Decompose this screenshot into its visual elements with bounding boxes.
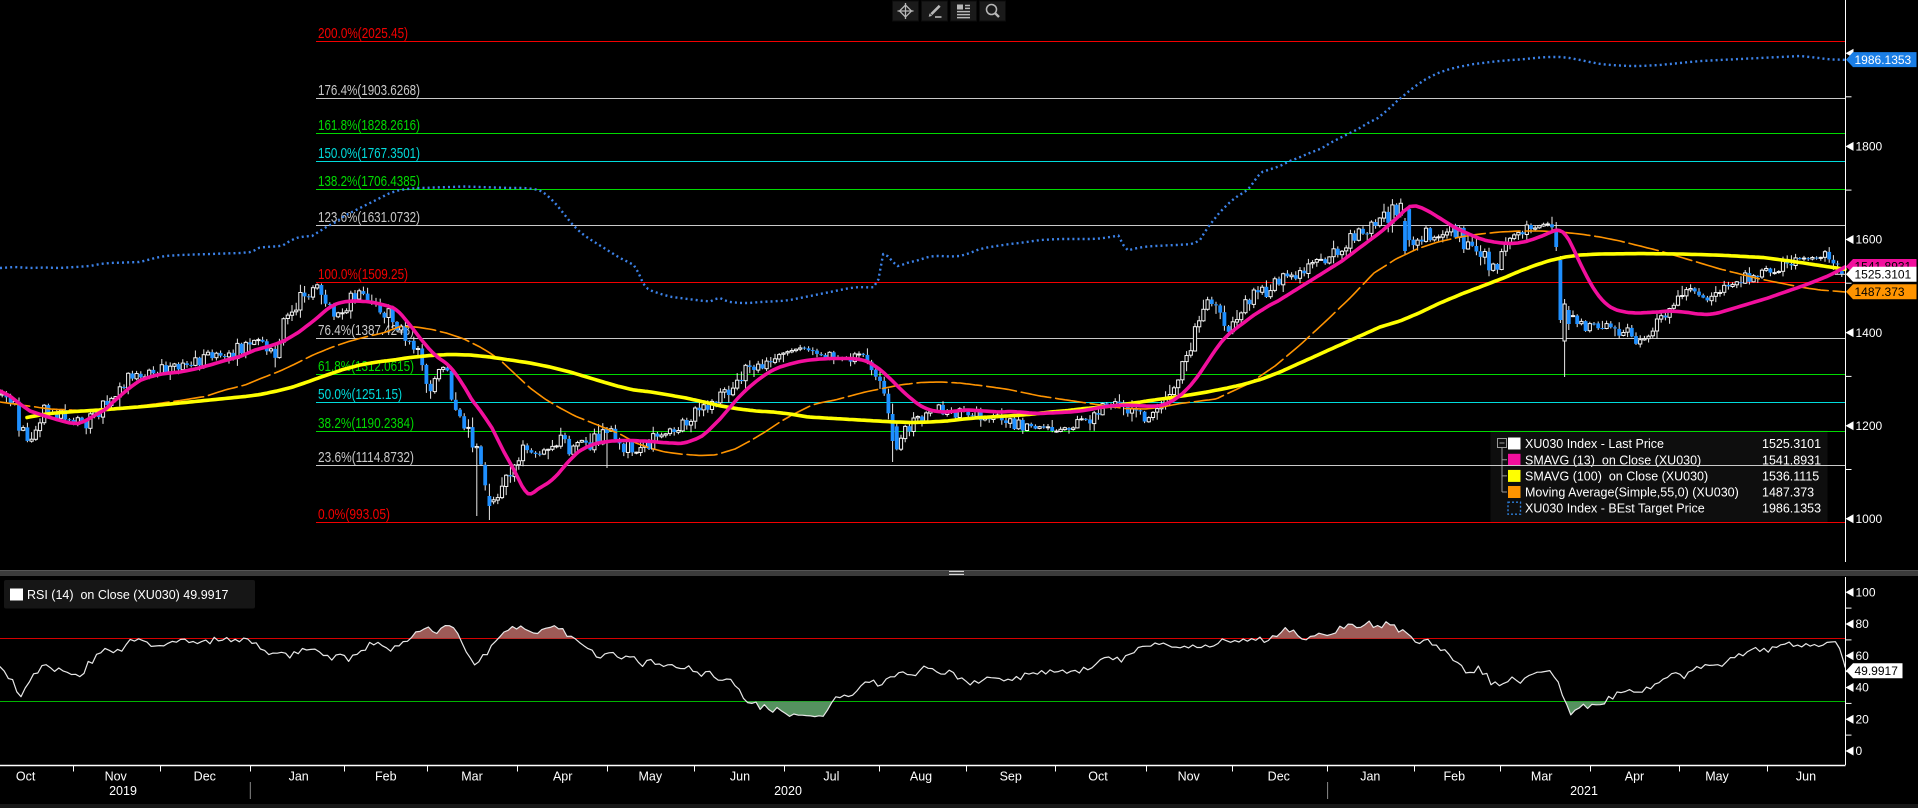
svg-text:Jul: Jul xyxy=(823,770,839,784)
svg-text:38.2%(1190.2384): 38.2%(1190.2384) xyxy=(318,415,414,432)
svg-text:Jun: Jun xyxy=(1796,770,1816,784)
svg-text:May: May xyxy=(638,770,662,784)
svg-text:Feb: Feb xyxy=(375,770,397,784)
svg-text:80: 80 xyxy=(1856,617,1870,631)
svg-text:0: 0 xyxy=(1856,744,1863,758)
svg-text:Aug: Aug xyxy=(910,770,932,784)
svg-text:1487.373: 1487.373 xyxy=(1855,285,1905,299)
svg-text:138.2%(1706.4385): 138.2%(1706.4385) xyxy=(318,173,420,190)
svg-text:RSI (14) on Close (XU030) 49.: RSI (14) on Close (XU030) 49.9917 xyxy=(27,588,229,602)
svg-text:161.8%(1828.2616): 161.8%(1828.2616) xyxy=(318,117,420,134)
svg-text:1536.1115: 1536.1115 xyxy=(1762,469,1819,483)
svg-text:1400: 1400 xyxy=(1856,326,1883,340)
svg-text:23.6%(1114.8732): 23.6%(1114.8732) xyxy=(318,449,414,466)
svg-text:1986.1353: 1986.1353 xyxy=(1855,53,1912,67)
svg-text:Nov: Nov xyxy=(105,770,128,784)
svg-text:2021: 2021 xyxy=(1570,784,1598,798)
svg-text:200.0%(2025.45): 200.0%(2025.45) xyxy=(318,25,408,42)
svg-text:150.0%(1767.3501): 150.0%(1767.3501) xyxy=(318,145,420,162)
svg-text:Dec: Dec xyxy=(194,770,216,784)
svg-text:SMAVG (100) on Close (XU030): SMAVG (100) on Close (XU030) xyxy=(1525,469,1708,483)
svg-text:Oct: Oct xyxy=(16,770,36,784)
svg-text:49.9917: 49.9917 xyxy=(1855,664,1899,678)
svg-text:2020: 2020 xyxy=(774,784,802,798)
svg-text:Sep: Sep xyxy=(1000,770,1022,784)
svg-text:60: 60 xyxy=(1856,649,1870,663)
svg-text:1800: 1800 xyxy=(1856,140,1883,154)
svg-text:Mar: Mar xyxy=(461,770,483,784)
svg-text:Jun: Jun xyxy=(730,770,750,784)
svg-text:Apr: Apr xyxy=(1625,770,1644,784)
svg-text:1986.1353: 1986.1353 xyxy=(1762,502,1821,516)
svg-text:0.0%(993.05): 0.0%(993.05) xyxy=(318,506,390,523)
svg-text:176.4%(1903.6268): 176.4%(1903.6268) xyxy=(318,82,420,99)
svg-text:Dec: Dec xyxy=(1268,770,1290,784)
svg-text:Apr: Apr xyxy=(553,770,572,784)
svg-text:Jan: Jan xyxy=(289,770,309,784)
svg-text:1200: 1200 xyxy=(1856,419,1883,433)
svg-text:1600: 1600 xyxy=(1856,233,1883,247)
svg-text:Feb: Feb xyxy=(1444,770,1466,784)
svg-text:May: May xyxy=(1705,770,1729,784)
svg-text:XU030 Index - BEst Target Pric: XU030 Index - BEst Target Price xyxy=(1525,502,1705,516)
svg-text:123.6%(1631.0732): 123.6%(1631.0732) xyxy=(318,209,420,226)
svg-text:Jan: Jan xyxy=(1360,770,1380,784)
svg-text:50.0%(1251.15): 50.0%(1251.15) xyxy=(318,386,402,403)
svg-text:1525.3101: 1525.3101 xyxy=(1762,437,1821,451)
svg-text:Moving Average(Simple,55,0) (X: Moving Average(Simple,55,0) (XU030) xyxy=(1525,486,1739,500)
svg-text:Mar: Mar xyxy=(1531,770,1553,784)
svg-text:Oct: Oct xyxy=(1088,770,1108,784)
svg-text:20: 20 xyxy=(1856,713,1870,727)
svg-text:40: 40 xyxy=(1856,681,1870,695)
svg-text:100: 100 xyxy=(1856,586,1876,600)
svg-text:XU030 Index - Last Price: XU030 Index - Last Price xyxy=(1525,437,1664,451)
svg-text:100.0%(1509.25): 100.0%(1509.25) xyxy=(318,266,408,283)
svg-text:1525.3101: 1525.3101 xyxy=(1855,268,1912,282)
svg-text:1000: 1000 xyxy=(1856,512,1883,526)
svg-text:1487.373: 1487.373 xyxy=(1762,486,1814,500)
svg-text:2019: 2019 xyxy=(109,784,137,798)
svg-text:Nov: Nov xyxy=(1178,770,1201,784)
